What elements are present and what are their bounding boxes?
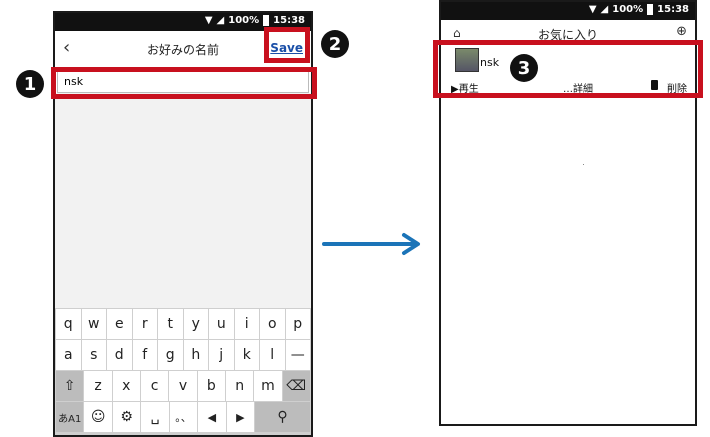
battery-percent: 100% xyxy=(612,4,644,15)
key-dash[interactable]: — xyxy=(285,340,310,370)
language-key[interactable]: あA1 xyxy=(56,402,84,432)
key-r[interactable]: r xyxy=(132,309,157,339)
punctuation-key[interactable]: 。、 xyxy=(169,402,198,432)
empty-area xyxy=(55,93,311,308)
wifi-icon: ▼ xyxy=(588,4,597,15)
key-b[interactable]: b xyxy=(197,371,225,401)
backspace-icon: ⌫ xyxy=(286,378,307,394)
arrow-icon xyxy=(322,233,420,255)
badge-2: 2 xyxy=(321,30,349,58)
key-u[interactable]: u xyxy=(209,309,234,339)
shift-icon: ⇧ xyxy=(63,378,76,394)
key-x[interactable]: x xyxy=(112,371,140,401)
key-j[interactable]: j xyxy=(209,340,234,370)
cursor-left-key[interactable]: ◀ xyxy=(198,402,226,432)
key-a[interactable]: a xyxy=(56,340,81,370)
list-area xyxy=(441,102,695,424)
space-icon: ␣ xyxy=(150,409,160,425)
key-y[interactable]: y xyxy=(183,309,208,339)
key-f[interactable]: f xyxy=(132,340,157,370)
signal-icon: ◢ xyxy=(216,15,225,26)
key-k[interactable]: k xyxy=(234,340,259,370)
key-z[interactable]: z xyxy=(84,371,112,401)
key-n[interactable]: n xyxy=(225,371,254,401)
space-key[interactable]: ␣ xyxy=(141,402,169,432)
clock: 15:38 xyxy=(273,15,305,26)
add-icon[interactable]: ⊕ xyxy=(676,24,687,39)
key-p[interactable]: p xyxy=(285,309,310,339)
punctuation-icon: 。、 xyxy=(175,411,192,424)
shift-key[interactable]: ⇧ xyxy=(56,371,84,401)
key-c[interactable]: c xyxy=(140,371,169,401)
dot xyxy=(583,164,584,165)
key-e[interactable]: e xyxy=(107,309,132,339)
arrow-right-icon: ▶ xyxy=(236,410,245,424)
wifi-icon: ▼ xyxy=(204,15,213,26)
key-m[interactable]: m xyxy=(254,371,282,401)
emoji-key[interactable]: ☺ xyxy=(84,402,112,432)
badge-1: 1 xyxy=(16,70,44,98)
cursor-right-key[interactable]: ▶ xyxy=(226,402,255,432)
key-h[interactable]: h xyxy=(183,340,208,370)
key-q[interactable]: q xyxy=(56,309,81,339)
clock: 15:38 xyxy=(657,4,689,15)
key-s[interactable]: s xyxy=(81,340,106,370)
key-d[interactable]: d xyxy=(107,340,132,370)
battery-icon xyxy=(647,4,654,15)
badge-3: 3 xyxy=(510,54,538,82)
key-v[interactable]: v xyxy=(169,371,197,401)
backspace-key[interactable]: ⌫ xyxy=(282,371,310,401)
smiley-icon: ☺ xyxy=(90,409,106,425)
search-icon: ⚲ xyxy=(277,409,288,425)
key-o[interactable]: o xyxy=(260,309,285,339)
arrow-left-icon: ◀ xyxy=(207,410,217,424)
soft-keyboard: q w e r t y u i o p a s d f g h j k l — … xyxy=(55,308,311,435)
gear-icon: ⚙ xyxy=(120,409,133,425)
save-button-highlight xyxy=(264,27,310,63)
battery-icon xyxy=(263,15,270,26)
key-l[interactable]: l xyxy=(260,340,285,370)
settings-key[interactable]: ⚙ xyxy=(112,402,141,432)
status-bar: ▼ ◢ 100% 15:38 xyxy=(441,2,695,20)
title-bar: ⌂ お気に入り ⊕ xyxy=(441,20,695,42)
language-key-label: あA1 xyxy=(58,413,82,425)
favorite-item-highlight xyxy=(433,40,703,98)
battery-percent: 100% xyxy=(228,15,260,26)
key-g[interactable]: g xyxy=(158,340,183,370)
name-field-highlight xyxy=(51,67,317,99)
key-w[interactable]: w xyxy=(81,309,106,339)
key-t[interactable]: t xyxy=(158,309,183,339)
key-i[interactable]: i xyxy=(234,309,259,339)
signal-icon: ◢ xyxy=(600,4,609,15)
search-key[interactable]: ⚲ xyxy=(255,402,310,432)
